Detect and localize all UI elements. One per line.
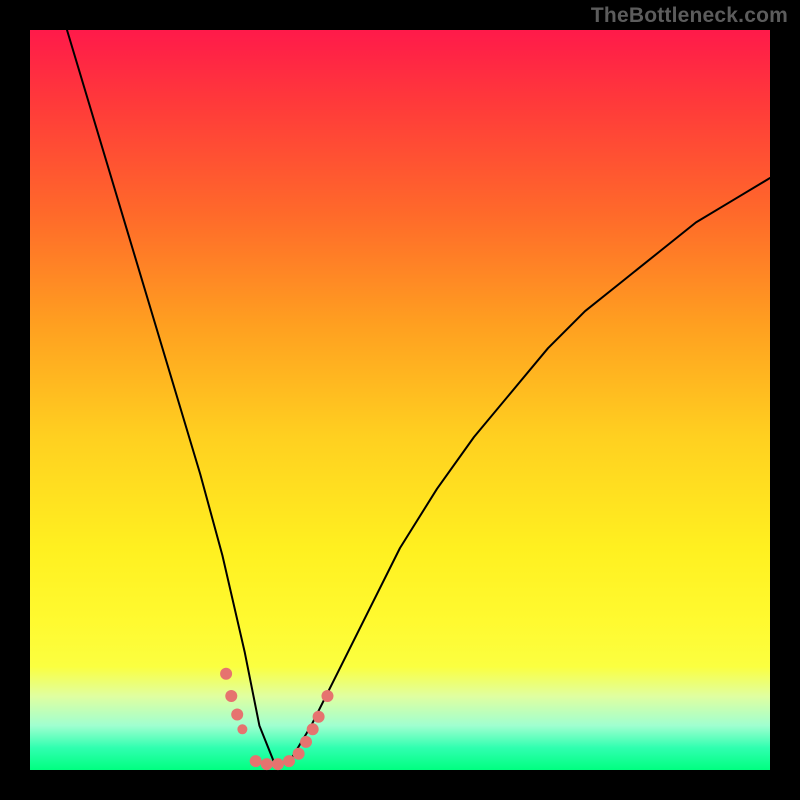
marker-point xyxy=(283,755,295,767)
bottleneck-curve xyxy=(67,30,770,763)
marker-point xyxy=(225,690,237,702)
curve-path xyxy=(67,30,770,763)
chart-svg xyxy=(30,30,770,770)
marker-point xyxy=(272,758,284,770)
marker-point xyxy=(261,758,273,770)
marker-point xyxy=(307,723,319,735)
watermark-text: TheBottleneck.com xyxy=(591,4,788,28)
marker-point xyxy=(313,711,325,723)
data-markers xyxy=(220,668,333,770)
marker-point xyxy=(250,755,262,767)
marker-point xyxy=(321,690,333,702)
marker-point xyxy=(293,748,305,760)
marker-point xyxy=(237,724,247,734)
marker-point xyxy=(231,709,243,721)
chart-frame: TheBottleneck.com xyxy=(0,0,800,800)
marker-point xyxy=(220,668,232,680)
plot-area xyxy=(30,30,770,770)
marker-point xyxy=(300,736,312,748)
